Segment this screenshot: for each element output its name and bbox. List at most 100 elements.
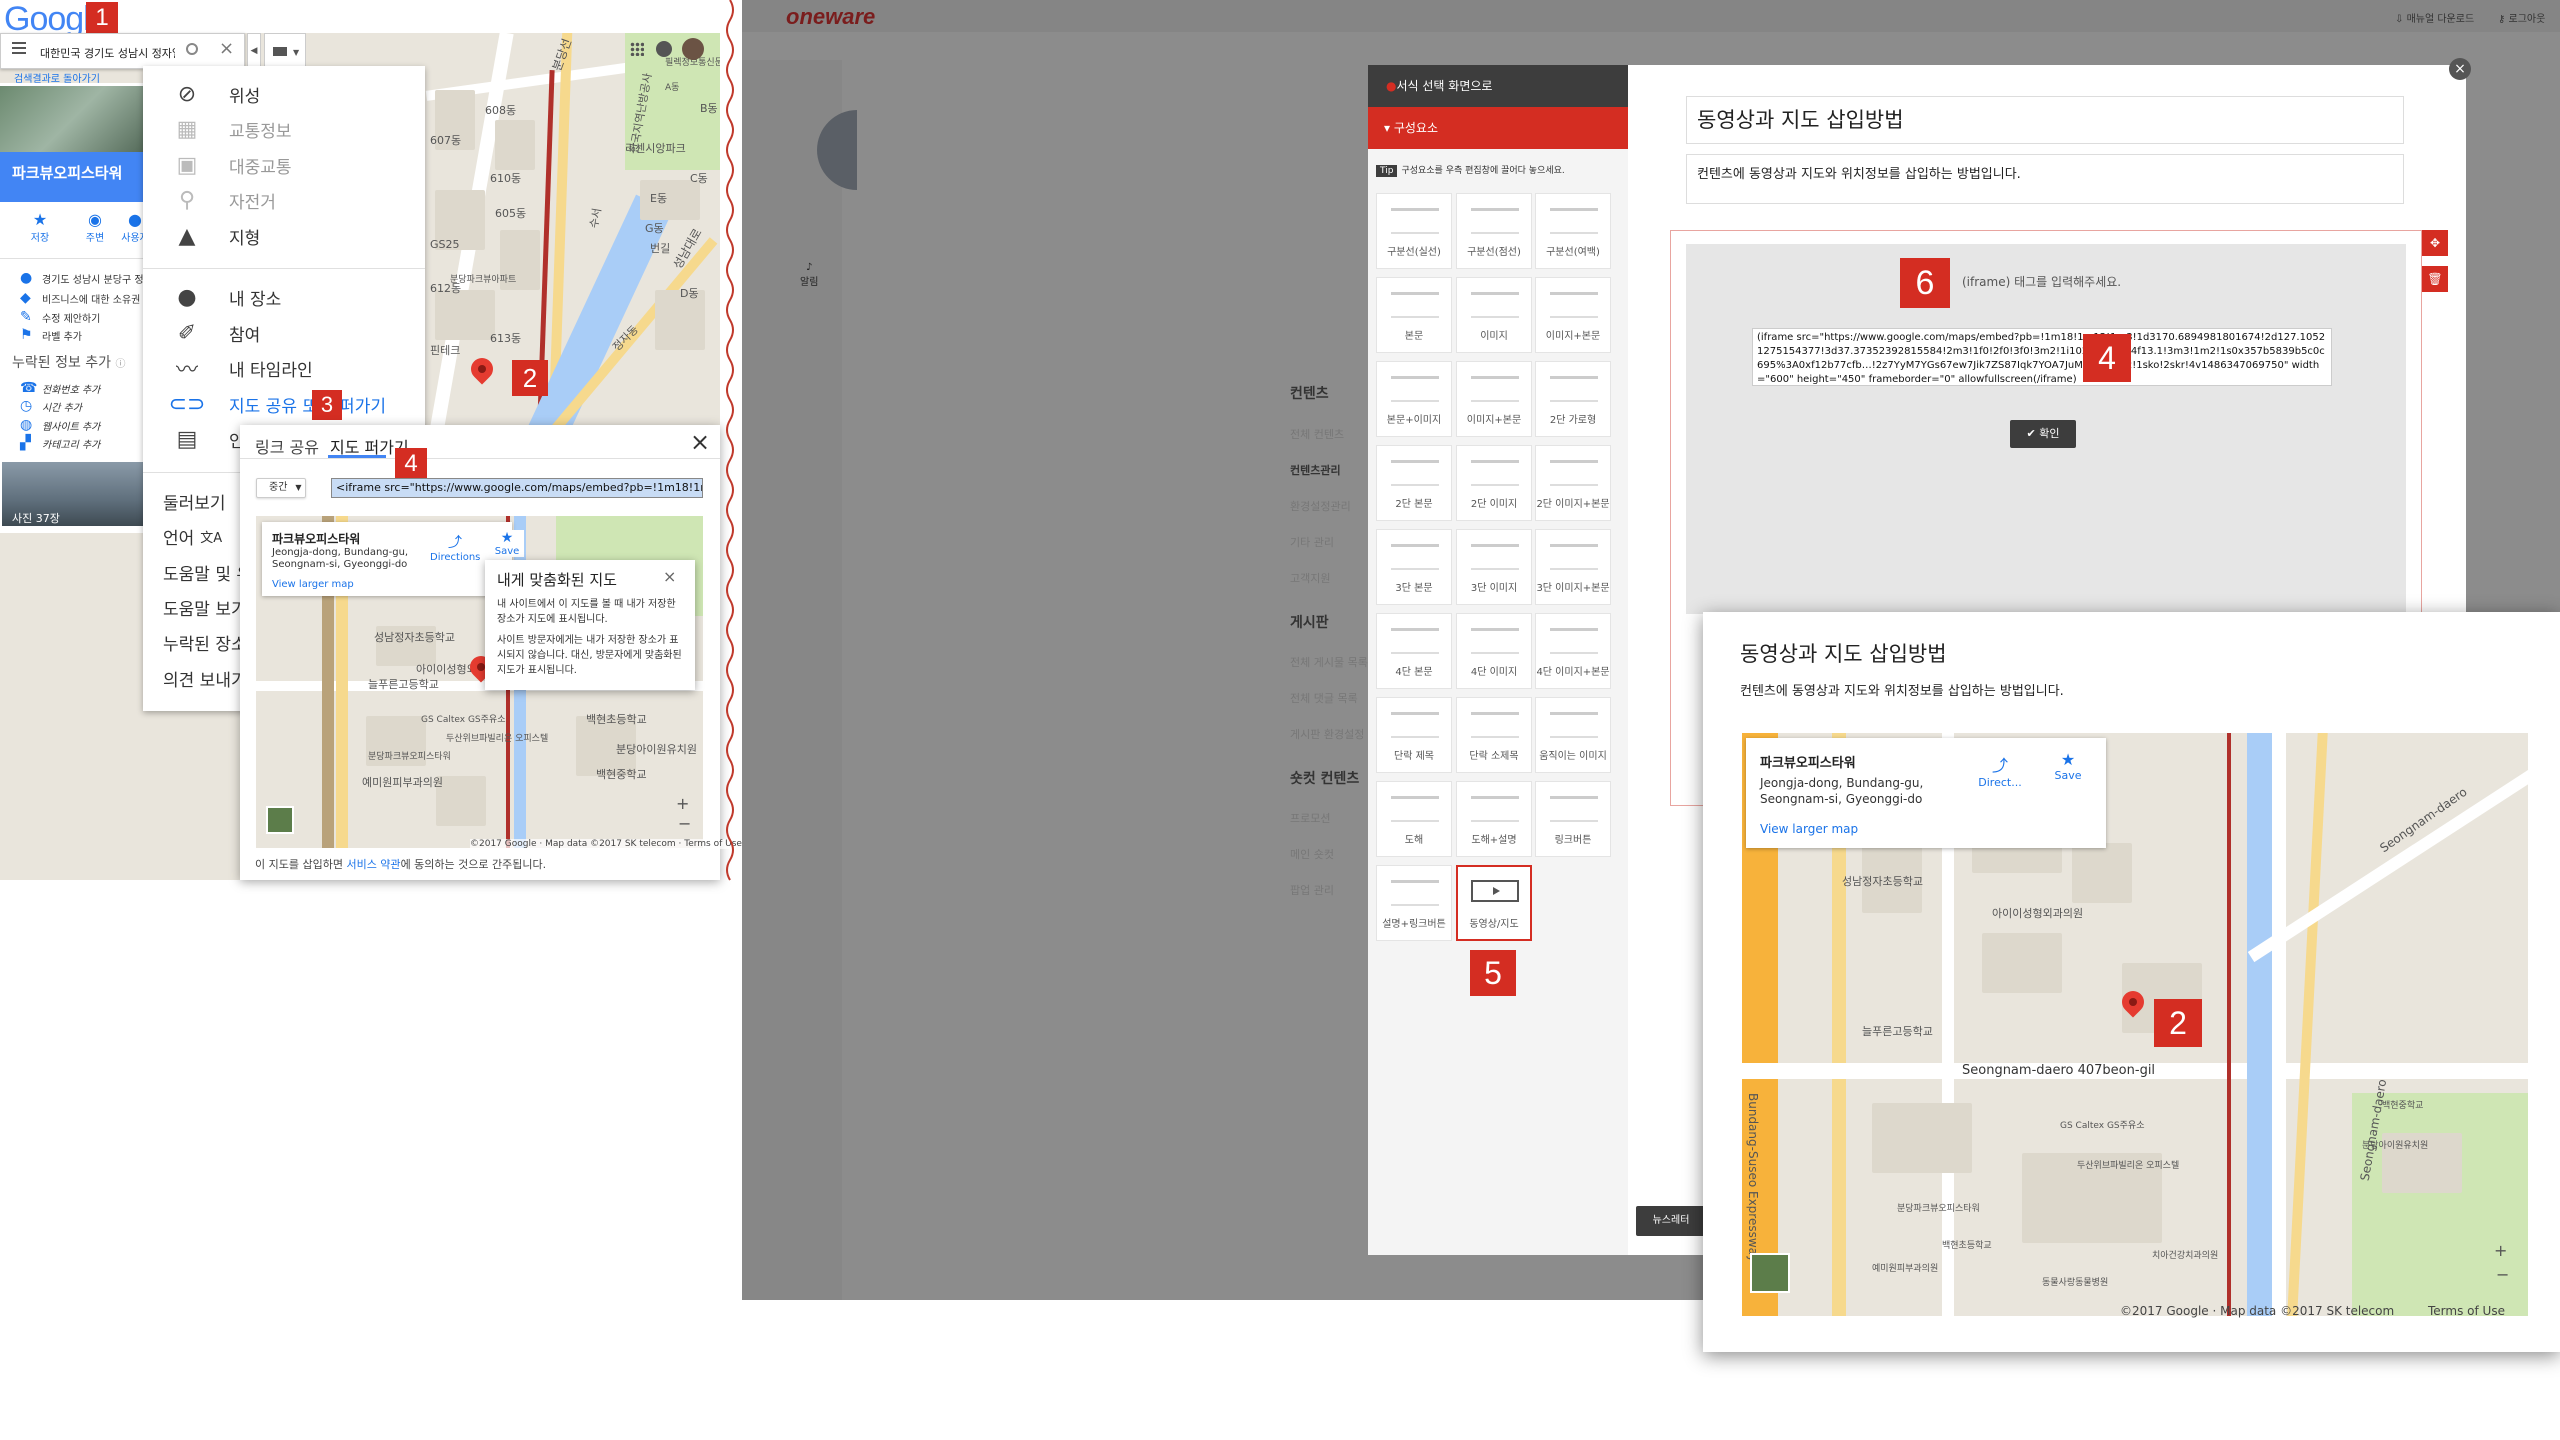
save-button[interactable]: ★ Save [490, 530, 524, 557]
layer-toggle-button[interactable]: ▼ [264, 33, 306, 69]
suggest-edit-item[interactable]: ✎ 수정 제안하기 [20, 309, 100, 325]
size-select[interactable]: 중간 ▼ [256, 478, 306, 498]
nav-item[interactable]: 전체 댓글 목록 [1290, 690, 1358, 706]
view-larger-map-link[interactable]: View larger map [272, 579, 354, 590]
template-item[interactable]: 4단 이미지 [1456, 613, 1532, 689]
confirm-button[interactable]: ✔ 확인 [2010, 420, 2076, 448]
template-preview-icon [1391, 208, 1439, 234]
editor-title-input[interactable]: 동영상과 지도 삽입방법 [1686, 96, 2404, 144]
notification-bell-icon[interactable] [656, 41, 672, 57]
template-item[interactable]: 움직이는 이미지 [1535, 697, 1611, 773]
map-pin-icon[interactable] [466, 353, 498, 385]
nav-item[interactable]: 팝업 관리 [1290, 882, 1334, 898]
menu-terrain[interactable]: ▲ 지형 [143, 208, 261, 264]
template-item[interactable]: 이미지+본문 [1535, 277, 1611, 353]
preview-view-larger-link[interactable]: View larger map [1760, 822, 1858, 836]
nav-item[interactable]: 전체 컨텐츠 [1290, 426, 1344, 442]
add-label-item[interactable]: ⚑ 라벨 추가 [20, 327, 82, 343]
address-item[interactable]: ● 경기도 성남시 분당구 정자동 [20, 270, 162, 286]
embed-code-input[interactable]: <iframe src="https://www.google.com/maps… [331, 478, 703, 498]
map-label: 605동 [495, 207, 527, 220]
template-item[interactable]: 구분선(점선) [1456, 193, 1532, 269]
iframe-code-textarea[interactable]: (iframe src="https://www.google.com/maps… [1752, 328, 2332, 386]
template-item[interactable]: 4단 본문 [1376, 613, 1452, 689]
menu-feedback[interactable]: 의견 보내기 [143, 650, 247, 706]
block-move-button[interactable]: ✥ [2422, 230, 2448, 256]
star-icon: ★ [2060, 750, 2076, 769]
back-to-template-button[interactable]: ●서식 선택 화면으로 [1368, 65, 1628, 107]
template-item[interactable]: 구분선(실선) [1376, 193, 1452, 269]
template-item[interactable]: 이미지+본문 [1456, 361, 1532, 437]
template-item[interactable]: 본문 [1376, 277, 1452, 353]
nav-item[interactable]: 고객지원 [1290, 570, 1330, 586]
nearby-button[interactable]: ◉ 주변 [80, 210, 110, 244]
preview-directions-button[interactable]: ⤴ Direct... [1970, 752, 2030, 789]
alarm-label[interactable]: ♪ 알림 [800, 262, 818, 288]
preview-terms-link[interactable]: Terms of Use [2428, 1304, 2505, 1318]
template-item[interactable]: 설명+링크버튼 [1376, 865, 1452, 941]
add-phone-item[interactable]: ☎ 전화번호 추가 [20, 380, 100, 396]
nav-item[interactable]: 환경설정관리 [1290, 498, 1351, 514]
template-label: 3단 이미지 [1470, 583, 1518, 594]
zoom-in-button[interactable]: + [676, 794, 689, 813]
star-icon: ★ [32, 210, 48, 229]
add-hours-item[interactable]: ◷ 시간 추가 [20, 398, 82, 414]
satellite-thumbnail[interactable] [1750, 1253, 1790, 1293]
block-delete-button[interactable]: 🗑 [2422, 266, 2448, 292]
newsletter-button[interactable]: 뉴스레터 [1636, 1206, 1706, 1236]
tab-share-link[interactable]: 링크 공유 [255, 434, 319, 458]
template-item[interactable]: 2단 이미지 [1456, 445, 1532, 521]
template-item[interactable]: 도해 [1376, 781, 1452, 857]
nav-item[interactable]: 게시판 환경설정 [1290, 726, 1364, 742]
nav-item[interactable]: 전체 게시물 목록 [1290, 654, 1368, 670]
collapse-panel-button[interactable]: ◀ [247, 33, 261, 69]
search-icon[interactable] [186, 43, 198, 55]
add-website-item[interactable]: ◍ 웹사이트 추가 [20, 417, 100, 433]
avatar[interactable] [682, 38, 704, 60]
template-label: 2단 가로형 [1549, 415, 1597, 426]
template-item[interactable]: 3단 이미지+본문 [1535, 529, 1611, 605]
directions-button[interactable]: ⤴ Directions [430, 532, 480, 563]
close-dialog-icon[interactable]: × [690, 428, 710, 456]
place-photo[interactable] [0, 86, 145, 152]
modal-close-button[interactable]: × [2449, 58, 2471, 80]
template-item[interactable]: 이미지 [1456, 277, 1532, 353]
template-label: 본문+이미지 [1386, 415, 1442, 426]
zoom-out-button[interactable]: − [678, 814, 691, 833]
template-item[interactable]: 4단 이미지+본문 [1535, 613, 1611, 689]
nav-item[interactable]: 기타 관리 [1290, 534, 1334, 550]
nav-item[interactable]: 컨텐츠관리 [1290, 462, 1341, 478]
zoom-in-button[interactable]: + [2494, 1241, 2507, 1260]
template-item[interactable]: 구분선(여백) [1535, 193, 1611, 269]
close-icon[interactable]: × [219, 38, 234, 59]
tooltip-close-icon[interactable]: × [663, 567, 676, 586]
template-item[interactable]: 3단 본문 [1376, 529, 1452, 605]
logout-link[interactable]: ⚷ 로그아웃 [2498, 10, 2545, 25]
editor-desc-input[interactable]: 컨텐츠에 동영상과 지도와 위치정보를 삽입하는 방법입니다. [1686, 154, 2404, 204]
nav-item[interactable]: 프로모션 [1290, 810, 1330, 826]
terms-link[interactable]: 서비스 약관 [346, 858, 400, 871]
search-input[interactable]: 대한민국 경기도 성남시 정자일로 분당 [40, 45, 175, 61]
claim-business-item[interactable]: ◆ 비즈니스에 대한 소유권 주장 [20, 290, 162, 306]
hamburger-icon[interactable] [12, 42, 26, 54]
satellite-thumbnail[interactable] [266, 806, 294, 834]
template-item[interactable]: 단락 제목 [1376, 697, 1452, 773]
save-place-button[interactable]: ★ 저장 [25, 210, 55, 244]
template-preview-icon [1391, 460, 1439, 486]
template-item[interactable]: 본문+이미지 [1376, 361, 1452, 437]
nav-item[interactable]: 메인 숏컷 [1290, 846, 1334, 862]
template-item[interactable]: 2단 이미지+본문 [1535, 445, 1611, 521]
photo-count: 사진 37장 [12, 512, 60, 525]
preview-save-button[interactable]: ★ Save [2048, 750, 2088, 782]
add-category-item[interactable]: ▞ 카테고리 추가 [20, 435, 100, 451]
manual-download-link[interactable]: ⇩ 매뉴얼 다운로드 [2395, 10, 2474, 25]
template-item[interactable]: 도해+설명 [1456, 781, 1532, 857]
apps-grid-icon[interactable] [630, 42, 644, 56]
template-item[interactable]: 3단 이미지 [1456, 529, 1532, 605]
section-header-components[interactable]: ▾ 구성요소 [1368, 107, 1628, 149]
zoom-out-button[interactable]: − [2496, 1265, 2509, 1284]
template-item[interactable]: 단락 소제목 [1456, 697, 1532, 773]
template-item[interactable]: 2단 본문 [1376, 445, 1452, 521]
template-item[interactable]: 2단 가로형 [1535, 361, 1611, 437]
template-item[interactable]: 링크버튼 [1535, 781, 1611, 857]
